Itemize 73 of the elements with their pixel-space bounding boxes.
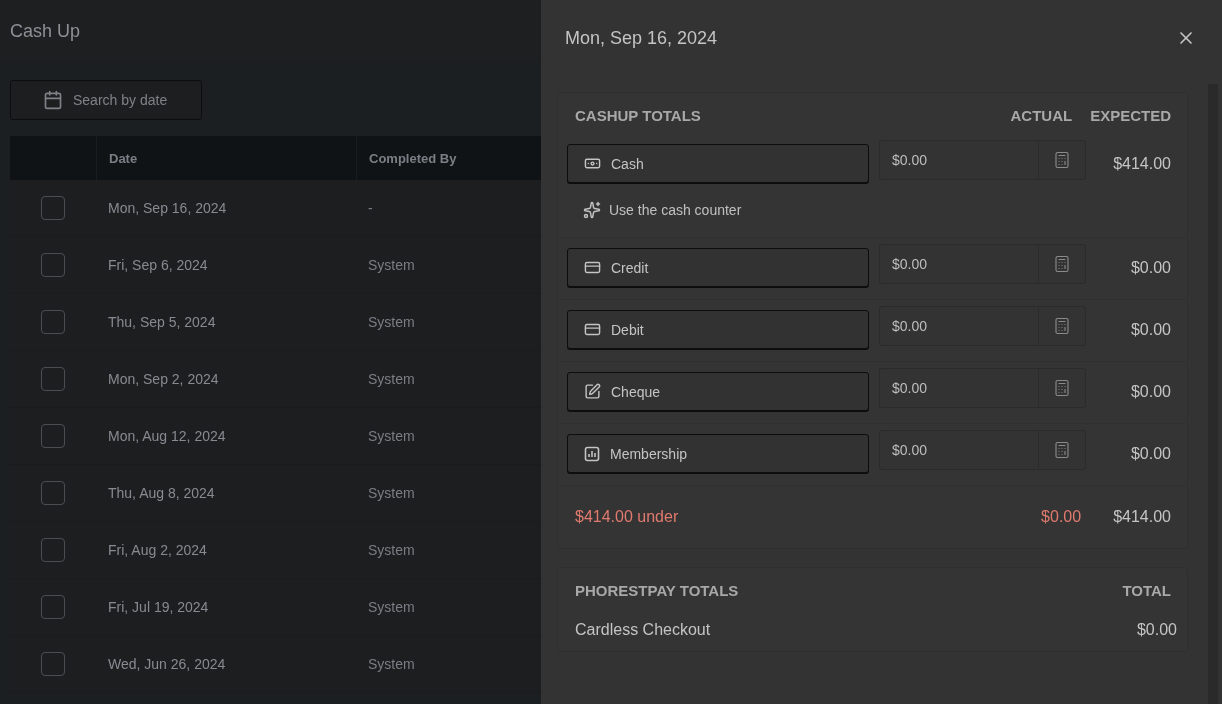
calculator-icon <box>1053 440 1071 459</box>
actual-amount-field[interactable]: $0.00 <box>879 367 1038 408</box>
payment-total: $0.00 <box>1136 621 1177 639</box>
payment-method-button[interactable]: Credit <box>567 248 869 287</box>
column-heading: ACTUAL <box>1010 107 1073 124</box>
completed-by-cell-text: System <box>367 542 416 558</box>
column-heading: EXPECTED <box>1090 107 1171 124</box>
cash-counter-link[interactable]: Use the cash counter <box>583 201 742 219</box>
column-header: Date <box>96 136 356 180</box>
difference-text: $414.00 under <box>575 508 680 526</box>
completed-by-cell-text: System <box>367 371 416 387</box>
date-cell-text: Fri, Aug 2, 2024 <box>107 542 208 558</box>
row-checkbox[interactable] <box>41 367 65 391</box>
row-checkbox[interactable] <box>41 595 65 619</box>
actual-total: $0.00 <box>1041 508 1082 526</box>
date-cell-text: Fri, Sep 6, 2024 <box>107 257 209 273</box>
date-cell-text: Mon, Sep 2, 2024 <box>107 371 220 387</box>
row-checkbox[interactable] <box>41 538 65 562</box>
date-cell-text: Thu, Aug 8, 2024 <box>107 485 216 501</box>
payment-label: Cardless Checkout <box>575 621 711 639</box>
pen-icon <box>584 383 601 400</box>
calculator-button[interactable] <box>1038 367 1086 408</box>
row-checkbox[interactable] <box>41 652 65 676</box>
actual-amount-field[interactable]: $0.00 <box>879 139 1038 180</box>
date-search-button[interactable]: Search by date <box>10 80 202 120</box>
card-icon <box>584 321 601 338</box>
actual-amount-field[interactable]: $0.00 <box>879 429 1038 470</box>
calculator-button[interactable] <box>1038 429 1086 470</box>
actual-amount-field[interactable]: $0.00 <box>879 243 1038 284</box>
expected-amount: $0.00 <box>1129 444 1171 463</box>
date-cell-text: Fri, Jul 19, 2024 <box>107 599 210 615</box>
calculator-icon <box>1053 316 1071 335</box>
calendar-icon <box>43 90 63 110</box>
expected-total: $414.00 <box>1113 508 1171 526</box>
section-heading: CASHUP TOTALS <box>575 107 702 124</box>
chart-icon <box>584 445 600 462</box>
calculator-button[interactable] <box>1038 243 1086 284</box>
completed-by-cell-text: System <box>367 314 416 330</box>
date-cell-text: Mon, Aug 12, 2024 <box>107 428 227 444</box>
completed-by-cell-text: System <box>367 599 416 615</box>
drawer-title: Mon, Sep 16, 2024 <box>565 27 718 49</box>
page-title: Cash Up <box>10 20 81 42</box>
payment-method-button[interactable]: Cash <box>567 144 869 183</box>
row-checkbox[interactable] <box>41 253 65 277</box>
calculator-icon <box>1053 378 1071 397</box>
completed-by-cell-text: System <box>367 485 416 501</box>
expected-amount: $0.00 <box>1129 320 1171 339</box>
payment-method-button[interactable]: Cheque <box>567 372 869 411</box>
date-cell-text: Wed, Jun 26, 2024 <box>107 656 227 672</box>
completed-by-cell-text: System <box>367 656 416 672</box>
date-cell-text: Thu, Sep 5, 2024 <box>107 314 217 330</box>
row-checkbox[interactable] <box>41 310 65 334</box>
completed-by-cell-text: System <box>367 428 416 444</box>
date-cell-text: Mon, Sep 16, 2024 <box>107 200 228 216</box>
card-icon <box>584 259 601 276</box>
column-heading: TOTAL <box>1122 582 1171 599</box>
section-heading: PHORESTPAY TOTALS <box>575 582 740 599</box>
expected-amount: $0.00 <box>1129 382 1171 401</box>
completed-by-cell-text: - <box>367 200 374 216</box>
sparkle-icon <box>583 201 601 219</box>
payment-method-button[interactable]: Debit <box>567 310 869 349</box>
calculator-icon <box>1053 254 1071 273</box>
calculator-button[interactable] <box>1038 139 1086 180</box>
calculator-button[interactable] <box>1038 305 1086 346</box>
expected-amount: $0.00 <box>1129 258 1171 277</box>
payment-method-button[interactable]: Membership <box>567 434 869 473</box>
calculator-icon <box>1053 150 1071 169</box>
row-checkbox[interactable] <box>41 481 65 505</box>
row-checkbox[interactable] <box>41 196 65 220</box>
expected-amount: $414.00 <box>1112 154 1171 173</box>
completed-by-cell-text: System <box>367 257 416 273</box>
actual-amount-field[interactable]: $0.00 <box>879 305 1038 346</box>
row-checkbox[interactable] <box>41 424 65 448</box>
